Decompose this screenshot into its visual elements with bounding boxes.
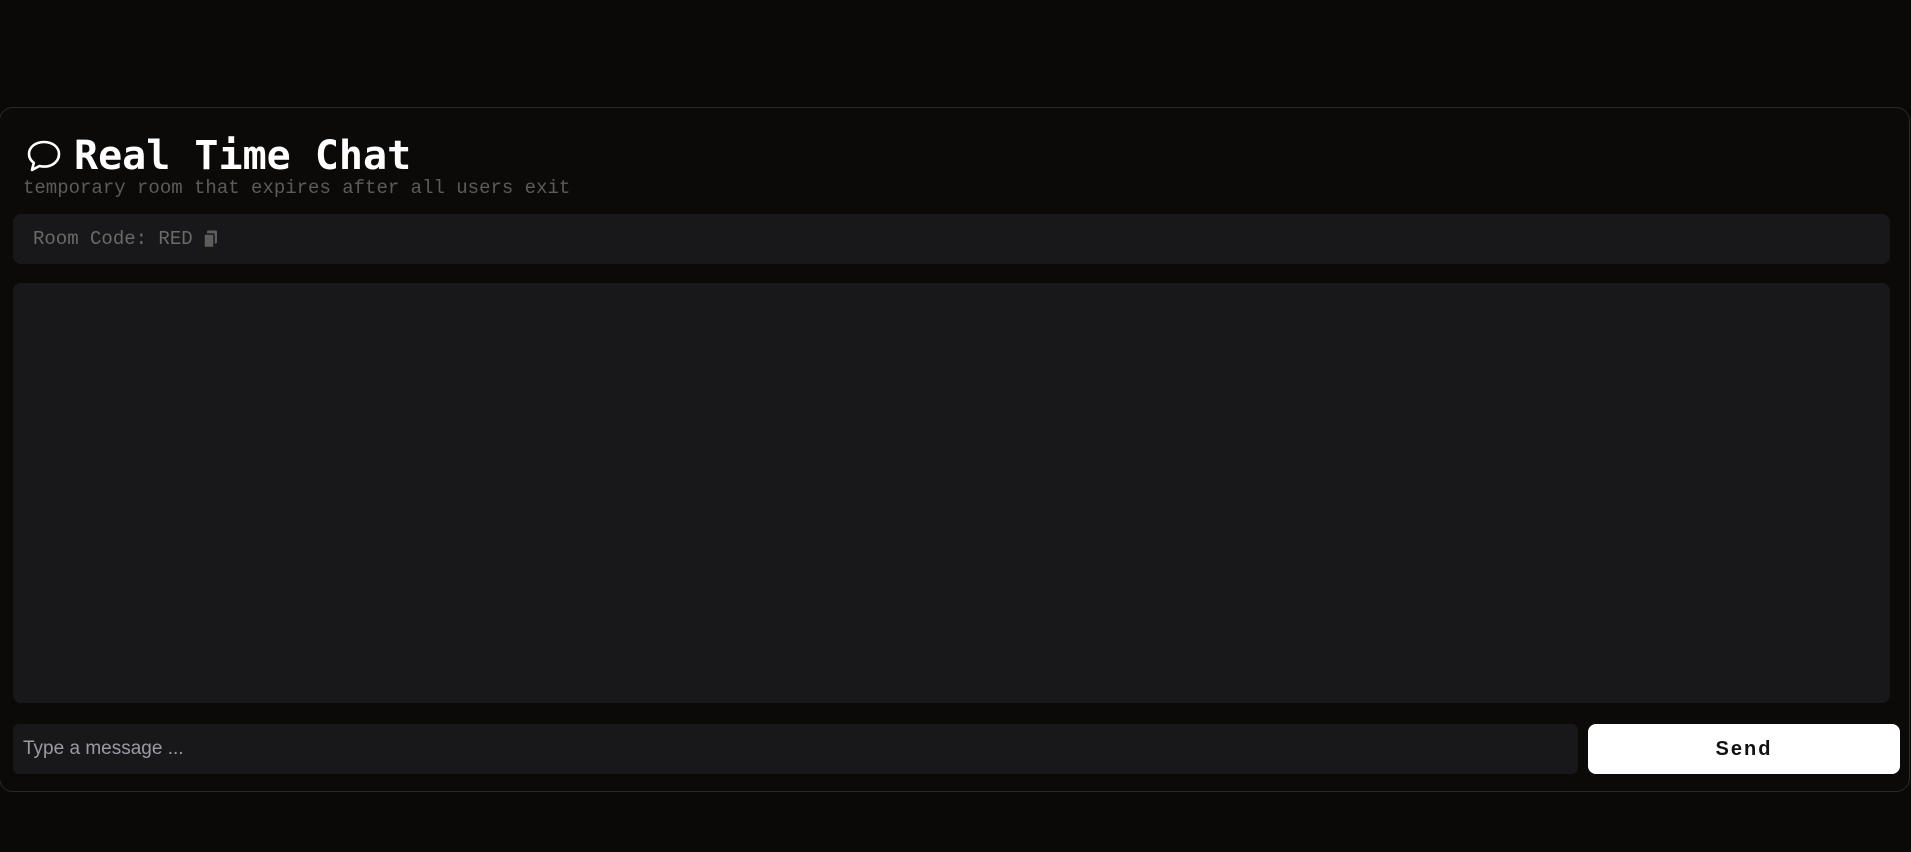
chat-bubble-icon xyxy=(24,136,64,176)
send-button[interactable]: Send xyxy=(1588,724,1900,774)
message-input[interactable] xyxy=(13,724,1578,774)
page-subtitle: temporary room that expires after all us… xyxy=(23,177,571,199)
room-code-label: Room Code: RED xyxy=(33,228,193,250)
page-title: Real Time Chat xyxy=(74,133,412,179)
message-list[interactable] xyxy=(13,283,1890,703)
composer: Send xyxy=(13,724,1900,774)
room-code-bar: Room Code: RED xyxy=(13,214,1890,264)
chat-card: Real Time Chat temporary room that expir… xyxy=(0,107,1910,792)
copy-icon[interactable] xyxy=(202,229,219,249)
chat-header: Real Time Chat xyxy=(24,128,411,184)
